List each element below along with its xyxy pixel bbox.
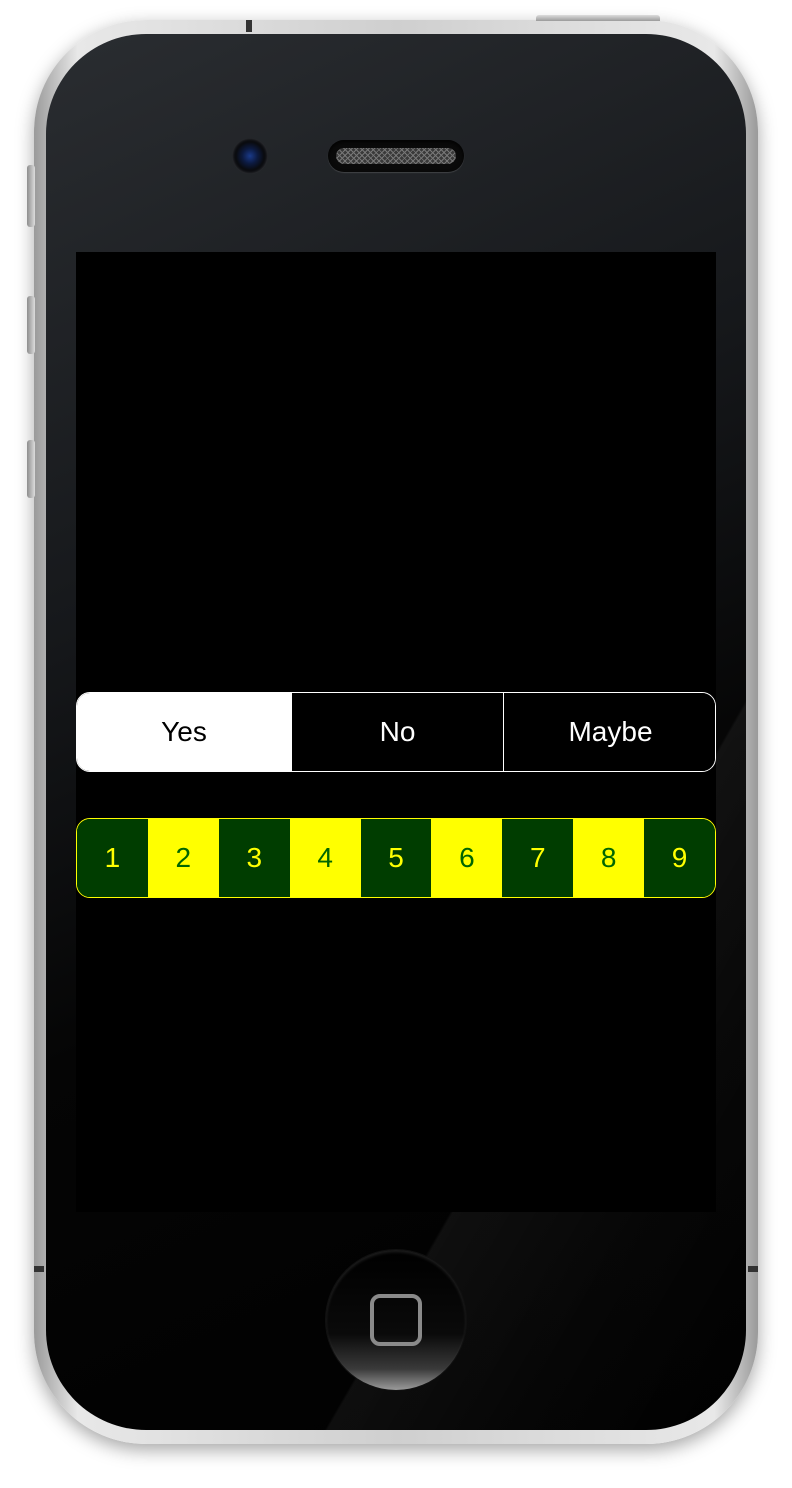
answer-segmented-control: Yes No Maybe (76, 692, 716, 772)
number-label: 3 (246, 842, 263, 873)
antenna-band (246, 20, 252, 32)
number-label: 1 (104, 842, 121, 873)
earpiece-speaker-icon (328, 140, 464, 172)
number-cell-1[interactable]: 1 (77, 819, 148, 897)
segment-yes[interactable]: Yes (77, 693, 291, 771)
number-cell-3[interactable]: 3 (218, 819, 290, 897)
number-label: 6 (459, 842, 475, 873)
number-label: 2 (175, 842, 192, 873)
number-label: 5 (388, 842, 404, 873)
number-label: 4 (317, 842, 333, 873)
mute-switch[interactable] (27, 165, 35, 227)
device-screen: Yes No Maybe 1 2 3 4 5 6 7 8 9 (76, 252, 716, 1212)
number-cell-5[interactable]: 5 (360, 819, 432, 897)
number-label: 7 (530, 842, 546, 873)
number-cell-8[interactable]: 8 (573, 819, 645, 897)
home-button-icon (370, 1294, 422, 1346)
antenna-band (748, 1266, 758, 1272)
number-cell-9[interactable]: 9 (644, 819, 715, 897)
number-cell-7[interactable]: 7 (502, 819, 574, 897)
number-cell-6[interactable]: 6 (431, 819, 503, 897)
speaker-grill (336, 148, 456, 164)
number-label: 8 (600, 842, 617, 873)
segment-maybe[interactable]: Maybe (503, 693, 715, 771)
number-cell-4[interactable]: 4 (289, 819, 361, 897)
number-cell-2[interactable]: 2 (147, 819, 219, 897)
segment-label: Maybe (568, 716, 653, 747)
volume-up-button[interactable] (27, 296, 35, 354)
front-camera-icon (232, 138, 268, 174)
segment-no[interactable]: No (291, 693, 503, 771)
power-button[interactable] (536, 15, 660, 21)
home-button[interactable] (326, 1250, 466, 1390)
number-label: 9 (671, 842, 688, 873)
segment-label: No (379, 716, 416, 747)
segment-label: Yes (161, 716, 207, 747)
volume-down-button[interactable] (27, 440, 35, 498)
number-picker-strip: 1 2 3 4 5 6 7 8 9 (76, 818, 716, 898)
antenna-band (34, 1266, 44, 1272)
